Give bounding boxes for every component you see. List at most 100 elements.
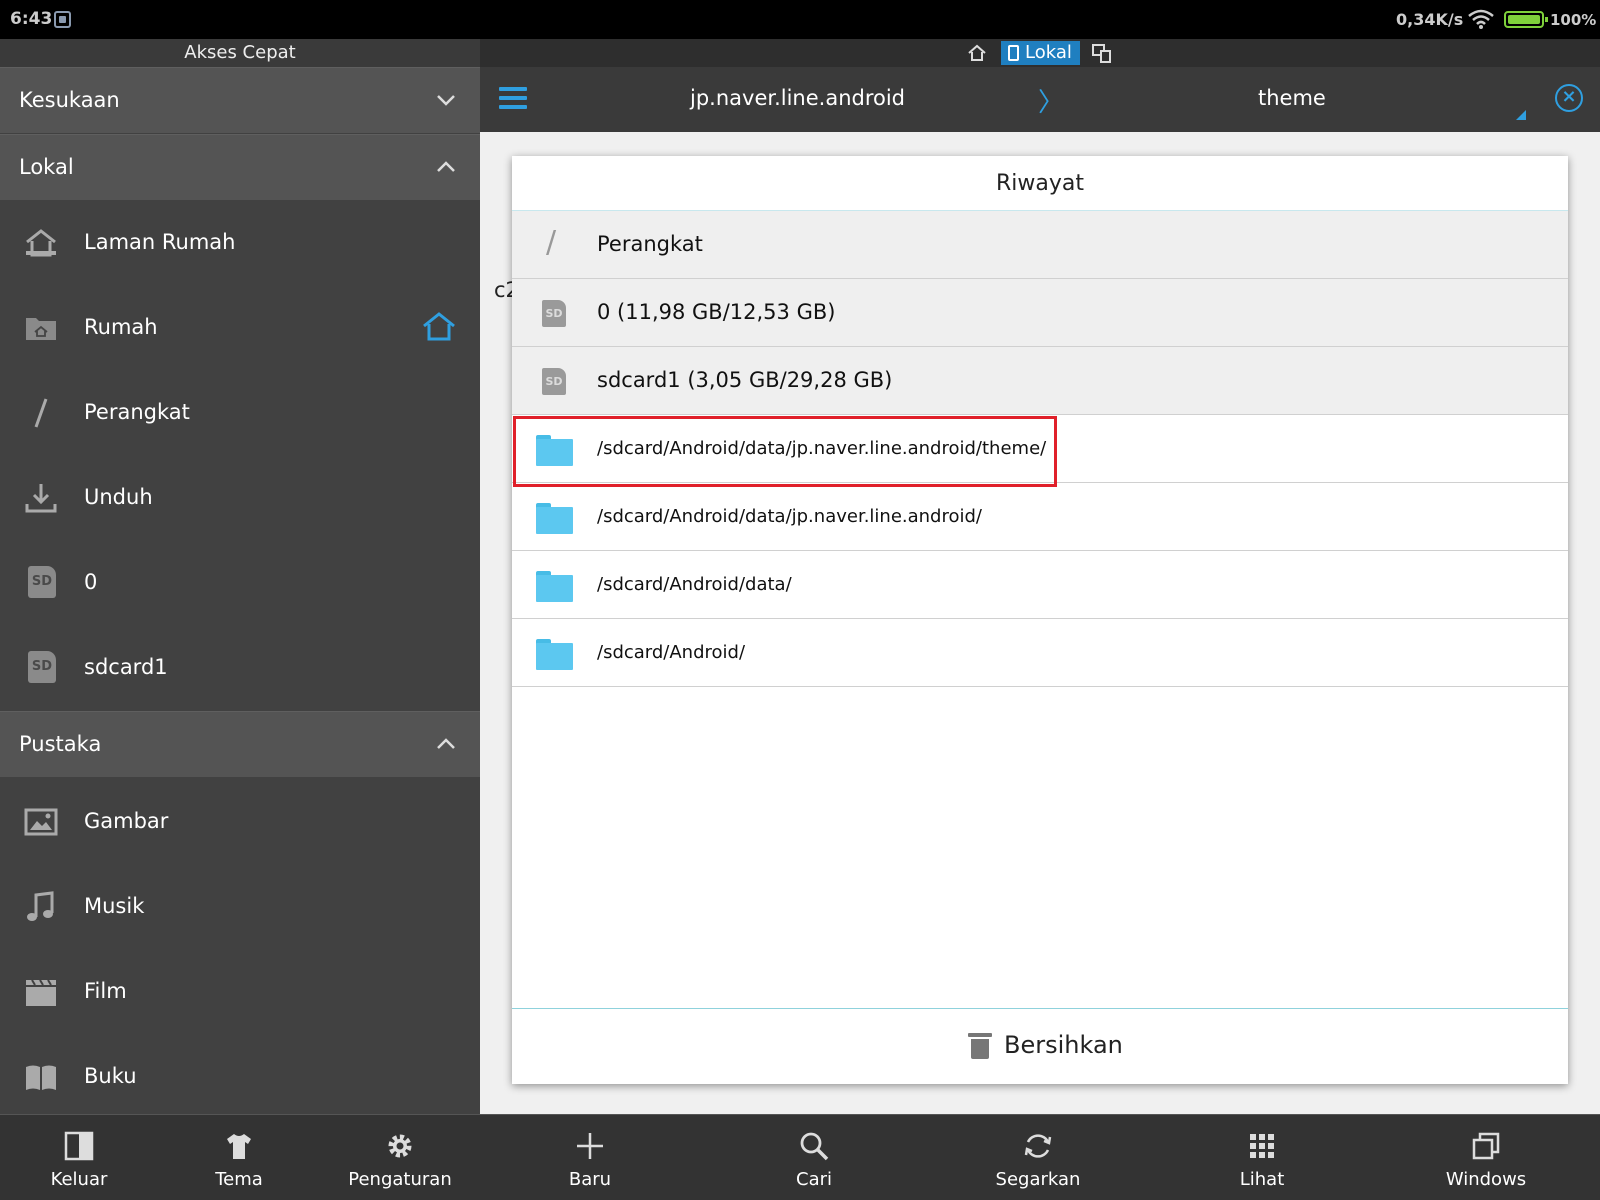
sd-card-icon: SD xyxy=(28,651,56,683)
history-row-sd0[interactable]: SD 0 (11,98 GB/12,53 GB) xyxy=(512,279,1568,347)
path-segment-current[interactable]: theme xyxy=(1258,86,1326,110)
sidebar-item-music[interactable]: Musik xyxy=(0,864,480,949)
status-time: 6:43 xyxy=(10,9,53,29)
sidebar-item-label: 0 xyxy=(84,570,98,594)
button-label: Cari xyxy=(796,1169,832,1190)
folder-icon xyxy=(536,571,573,602)
phone-icon xyxy=(1008,45,1019,61)
sidebar-item-sdcard1[interactable]: SD sdcard1 xyxy=(0,625,480,710)
search-button[interactable]: Cari xyxy=(754,1115,874,1200)
section-label: Kesukaan xyxy=(19,88,120,112)
sidebar-item-label: Buku xyxy=(84,1064,137,1088)
chevron-up-icon xyxy=(437,161,455,172)
path-segment-parent[interactable]: jp.naver.line.android xyxy=(690,86,905,110)
window-tab-bar: Lokal xyxy=(480,39,1600,67)
sidebar-item-images[interactable]: Gambar xyxy=(0,779,480,864)
path-bar: jp.naver.line.android 〉 theme × xyxy=(480,67,1600,132)
history-row-label: /sdcard/Android/data/jp.naver.line.andro… xyxy=(597,506,982,527)
sidebar-item-home[interactable]: Rumah xyxy=(0,285,480,370)
main-toolbar: Baru Cari Segarkan Lihat Windows xyxy=(480,1114,1600,1200)
book-icon xyxy=(26,1065,56,1090)
folder-icon xyxy=(536,639,573,670)
plus-icon xyxy=(577,1133,603,1159)
notification-icon xyxy=(54,11,71,28)
history-row-label: /sdcard/Android/data/ xyxy=(597,574,792,595)
sidebar-item-film[interactable]: Film xyxy=(0,949,480,1034)
folder-icon xyxy=(536,435,573,466)
history-row-theme[interactable]: /sdcard/Android/data/jp.naver.line.andro… xyxy=(512,415,1568,487)
sidebar-item-label: Rumah xyxy=(84,315,158,339)
theme-shirt-icon xyxy=(227,1134,251,1159)
windows-button[interactable]: Windows xyxy=(1426,1115,1546,1200)
button-label: Segarkan xyxy=(995,1169,1081,1190)
network-devices-icon[interactable] xyxy=(1092,43,1112,63)
button-label: Lihat xyxy=(1239,1169,1285,1190)
sidebar-item-label: sdcard1 xyxy=(84,655,168,679)
trash-icon xyxy=(968,1033,992,1059)
theme-button[interactable]: Tema xyxy=(180,1115,298,1200)
download-icon xyxy=(25,484,57,513)
section-label: Pustaka xyxy=(19,732,102,756)
slash-icon xyxy=(34,398,48,428)
section-favorites[interactable]: Kesukaan xyxy=(0,67,480,133)
sidebar-item-label: Unduh xyxy=(84,485,153,509)
sidebar-item-books[interactable]: Buku xyxy=(0,1034,480,1119)
close-icon[interactable]: × xyxy=(1555,84,1583,112)
history-row-device[interactable]: / Perangkat xyxy=(512,211,1568,279)
history-row-android[interactable]: /sdcard/Android/ xyxy=(512,619,1568,687)
settings-button[interactable]: Pengaturan xyxy=(340,1115,460,1200)
home-tab-icon[interactable] xyxy=(968,44,986,62)
sidebar-item-label: Perangkat xyxy=(84,400,190,424)
sidebar-item-label: Gambar xyxy=(84,809,169,833)
sidebar-item-sd0[interactable]: SD 0 xyxy=(0,540,480,625)
refresh-icon xyxy=(1024,1134,1052,1158)
sidebar-item-device[interactable]: Perangkat xyxy=(0,370,480,455)
button-label: Pengaturan xyxy=(348,1169,452,1190)
battery-icon xyxy=(1504,11,1548,28)
music-icon xyxy=(27,891,54,921)
dialog-title: Riwayat xyxy=(512,156,1568,211)
button-label: Keluar xyxy=(50,1169,108,1190)
sd-card-icon: SD xyxy=(542,300,566,327)
clear-history-button[interactable]: Bersihkan xyxy=(512,1008,1568,1084)
film-icon xyxy=(26,979,56,1006)
history-dropdown-icon[interactable] xyxy=(1516,110,1526,120)
exit-icon xyxy=(64,1131,94,1161)
path-separator-icon: 〉 xyxy=(1038,88,1065,118)
battery-percent: 100% xyxy=(1550,11,1597,29)
grid-view-icon xyxy=(1250,1134,1274,1158)
view-button[interactable]: Lihat xyxy=(1202,1115,1322,1200)
slash-icon: / xyxy=(546,225,557,260)
sidebar-item-label: Laman Rumah xyxy=(84,230,236,254)
gear-icon xyxy=(388,1134,412,1158)
sidebar-item-download[interactable]: Unduh xyxy=(0,455,480,540)
network-speed: 0,34K/s xyxy=(1396,10,1464,29)
sidebar-item-home-page[interactable]: Laman Rumah xyxy=(0,200,480,285)
history-row-sdcard1[interactable]: SD sdcard1 (3,05 GB/29,28 GB) xyxy=(512,347,1568,415)
tab-label: Lokal xyxy=(1025,42,1072,63)
clear-label: Bersihkan xyxy=(1004,1031,1123,1059)
section-local[interactable]: Lokal xyxy=(0,134,480,200)
status-bar: 6:43 0,34K/s 100% xyxy=(0,0,1600,39)
tab-local[interactable]: Lokal xyxy=(1001,41,1080,65)
home-folder-icon xyxy=(26,318,56,340)
history-row-line-android[interactable]: /sdcard/Android/data/jp.naver.line.andro… xyxy=(512,483,1568,551)
set-home-icon[interactable] xyxy=(422,311,456,343)
refresh-button[interactable]: Segarkan xyxy=(978,1115,1098,1200)
section-library[interactable]: Pustaka xyxy=(0,711,480,777)
history-row-label: Perangkat xyxy=(597,232,703,256)
search-icon xyxy=(800,1132,829,1161)
sidebar-item-label: Musik xyxy=(84,894,145,918)
history-row-data[interactable]: /sdcard/Android/data/ xyxy=(512,551,1568,619)
menu-icon[interactable] xyxy=(499,87,527,109)
sidebar: Akses Cepat Kesukaan Lokal Laman Rumah R… xyxy=(0,39,480,1114)
windows-icon xyxy=(1472,1132,1500,1160)
image-icon xyxy=(24,808,58,836)
button-label: Baru xyxy=(568,1169,612,1190)
sidebar-item-label: Film xyxy=(84,979,127,1003)
sd-card-icon: SD xyxy=(542,368,566,395)
home-page-icon xyxy=(26,229,56,257)
exit-button[interactable]: Keluar xyxy=(20,1115,138,1200)
button-label: Windows xyxy=(1445,1169,1527,1190)
new-button[interactable]: Baru xyxy=(530,1115,650,1200)
